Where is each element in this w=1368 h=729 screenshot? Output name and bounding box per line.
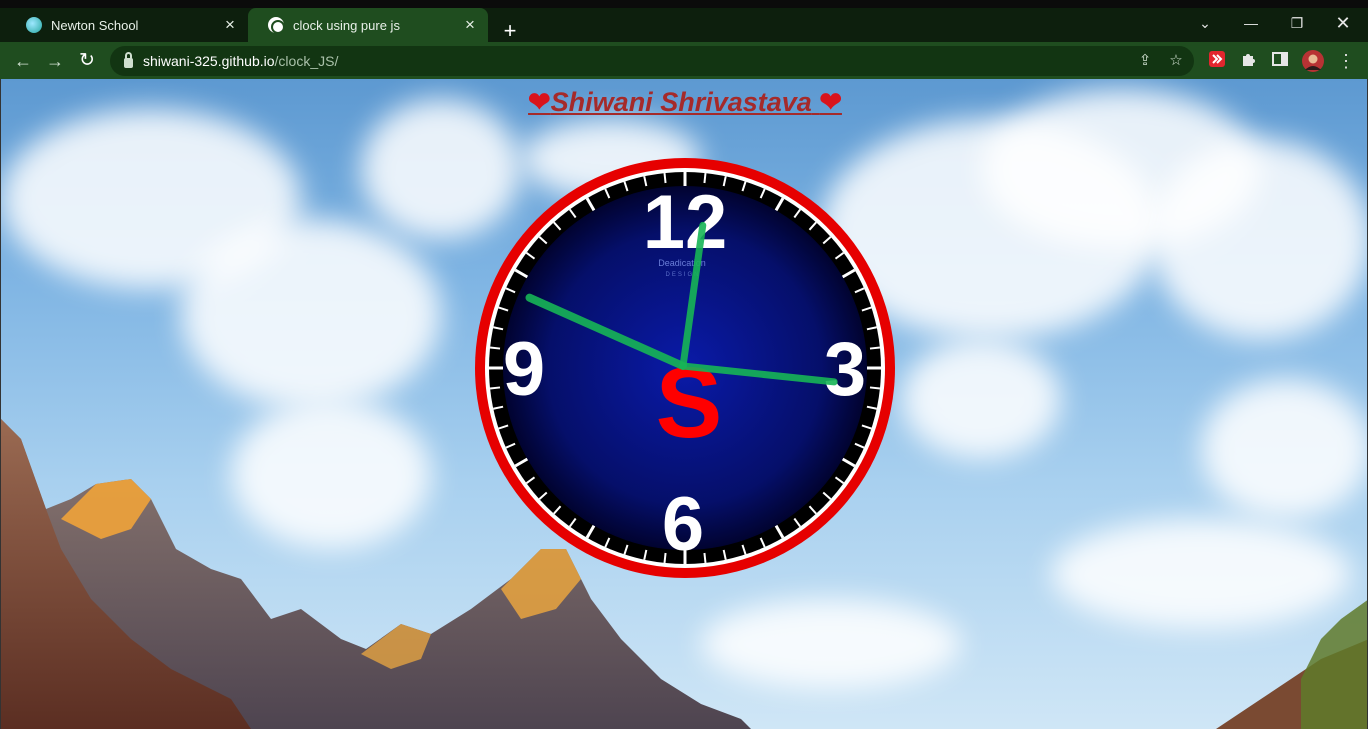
- restore-icon[interactable]: ❐: [1274, 8, 1320, 38]
- tab-strip: Newton School × clock using pure js × +: [0, 8, 1368, 43]
- browser-toolbar: ← → ↻ shiwani-325.github.io/clock_JS/ ⇪ …: [0, 42, 1368, 79]
- heart-icon: ❤: [819, 87, 842, 117]
- page-heading: ❤Shiwani Shrivastava ❤: [1, 87, 1367, 118]
- tab-search-chevron-icon[interactable]: ⌄: [1182, 8, 1228, 38]
- star-icon[interactable]: ☆: [1166, 51, 1186, 71]
- tab-title: clock using pure js: [293, 17, 400, 33]
- numeral-6: 6: [662, 482, 704, 567]
- clock-face: 12 3 6 9 Deadication DESIGN S: [475, 158, 895, 578]
- new-tab-icon[interactable]: +: [498, 19, 522, 43]
- share-icon[interactable]: ⇪: [1135, 51, 1155, 71]
- numeral-12: 12: [643, 180, 728, 265]
- numeral-3: 3: [824, 327, 866, 412]
- heart-icon: ❤: [528, 87, 551, 117]
- profile-avatar[interactable]: [1302, 50, 1324, 72]
- tick-mark: [869, 346, 881, 350]
- close-window-icon[interactable]: ✕: [1320, 8, 1366, 38]
- back-icon[interactable]: ←: [10, 48, 36, 74]
- tick-mark: [869, 386, 881, 390]
- menu-icon[interactable]: ⋮: [1335, 50, 1357, 72]
- close-tab-icon[interactable]: ×: [462, 16, 478, 33]
- url-host: shiwani-325.github.io: [143, 53, 275, 69]
- newton-school-favicon-icon: [26, 17, 42, 33]
- numeral-9: 9: [503, 327, 545, 412]
- lock-icon[interactable]: [124, 51, 133, 68]
- tick-mark: [489, 386, 501, 390]
- sidepanel-icon[interactable]: [1269, 50, 1291, 72]
- window-top-edge: [0, 0, 1368, 8]
- tick-mark: [489, 346, 501, 350]
- tab-title: Newton School: [51, 17, 139, 33]
- page-viewport: ❤Shiwani Shrivastava ❤ 12 3 6 9 Deadicat…: [0, 79, 1368, 729]
- close-tab-icon[interactable]: ×: [222, 16, 238, 33]
- analog-clock: 12 3 6 9 Deadication DESIGN S: [469, 152, 901, 584]
- tab-clock[interactable]: clock using pure js ×: [248, 8, 488, 42]
- heading-name: Shiwani Shrivastava: [550, 87, 812, 117]
- url-path: /clock_JS/: [274, 53, 339, 69]
- tick-mark: [703, 552, 707, 564]
- globe-icon: [268, 17, 285, 34]
- minimize-icon[interactable]: —: [1228, 8, 1274, 38]
- tab-newton-school[interactable]: Newton School ×: [6, 8, 248, 42]
- forward-icon[interactable]: →: [42, 48, 68, 74]
- address-bar[interactable]: shiwani-325.github.io/clock_JS/ ⇪ ☆: [110, 46, 1194, 76]
- extension-icon[interactable]: [1206, 50, 1228, 72]
- reload-icon[interactable]: ↻: [74, 48, 100, 74]
- puzzle-icon[interactable]: [1238, 50, 1260, 72]
